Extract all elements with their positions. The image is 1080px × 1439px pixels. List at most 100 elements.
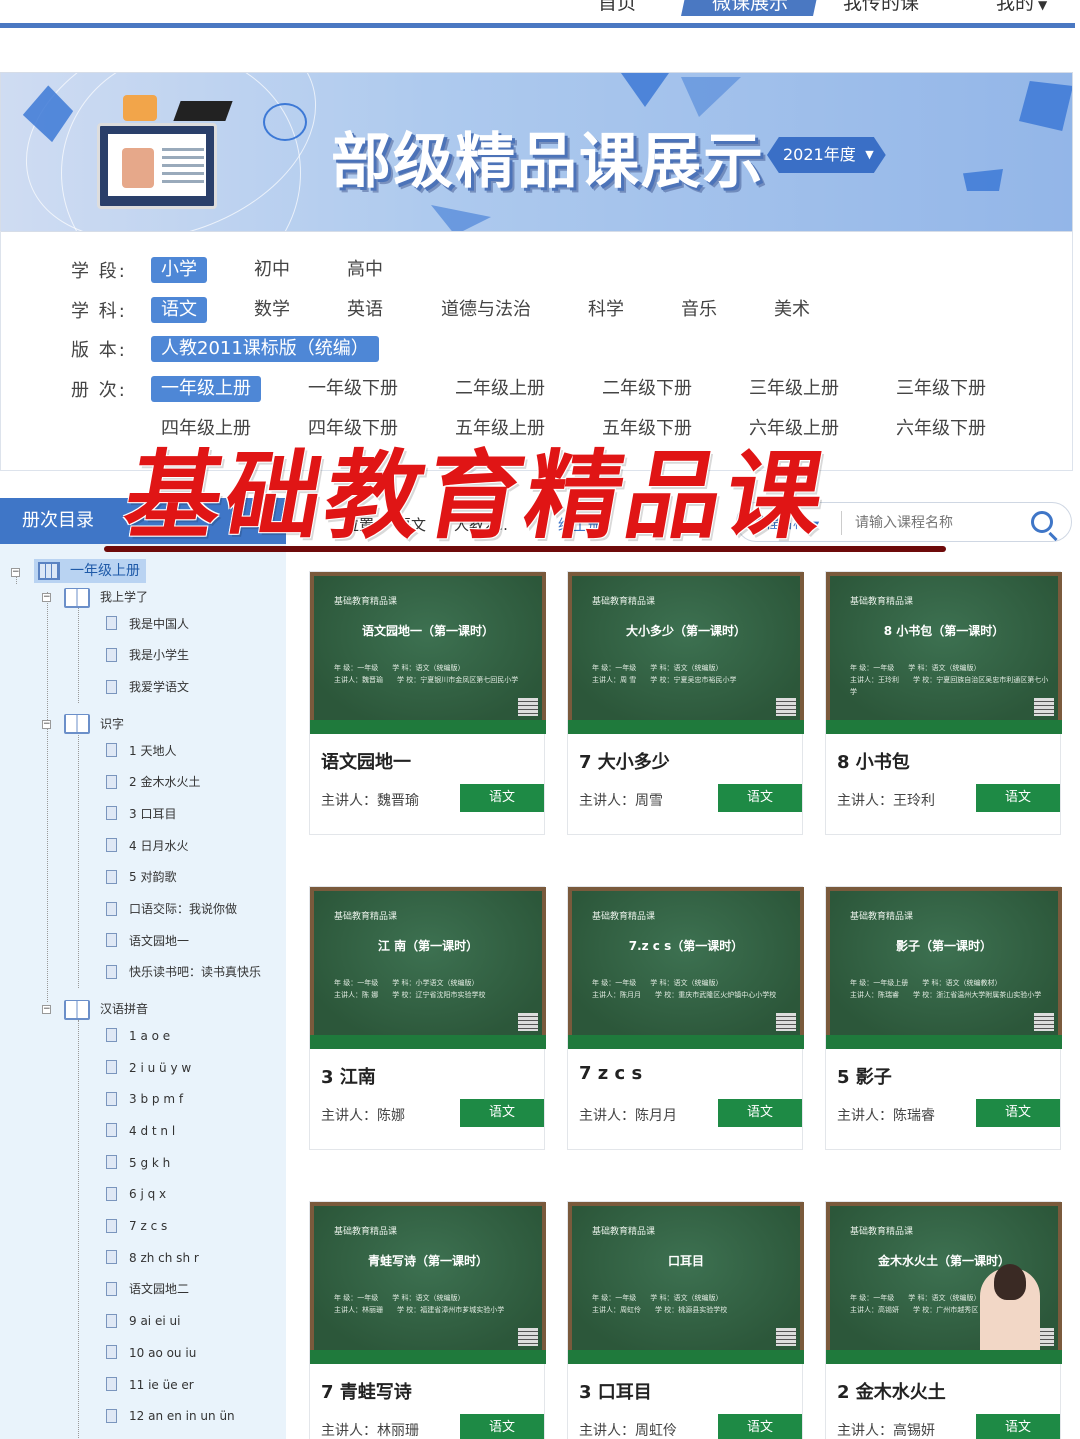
course-card[interactable]: 基础教育精品课 大小多少（第一课时） 年 级：一年级 学 科：语文（统编版） 主讲人：… — [567, 571, 804, 835]
course-thumbnail[interactable]: 基础教育精品课 口耳目年 级：一年级 学 科：语文（统编版） 主讲人：周虹伶 学 校… — [568, 1202, 804, 1364]
subject-option[interactable]: 数学 — [254, 297, 290, 323]
nav-mine[interactable]: 我的 ▼ — [996, 0, 1047, 15]
tree-item[interactable]: 1 天地人 — [106, 741, 176, 761]
course-thumbnail[interactable]: 基础教育精品课 影子（第一课时） 年 级：一年级上册 学 科：语文（统编教材） 主讲人… — [826, 887, 1062, 1049]
nav-microlesson-showcase[interactable]: 微课展示 — [681, 0, 819, 16]
course-thumbnail[interactable]: 基础教育精品课 大小多少（第一课时） 年 级：一年级 学 科：语文（统编版） 主讲人：… — [568, 572, 804, 734]
tree-item[interactable]: 快乐读书吧：读书真快乐 — [106, 962, 261, 982]
course-title[interactable]: 7 青蛙写诗 — [321, 1378, 412, 1404]
subject-option[interactable]: 美术 — [774, 297, 810, 323]
tree-item[interactable]: 5 对韵歌 — [106, 867, 176, 887]
collapse-icon[interactable]: − — [11, 568, 20, 577]
volume-option[interactable]: 一年级上册 — [151, 376, 261, 402]
course-thumbnail[interactable]: 基础教育精品课 8 小书包（第一课时） 年 级：一年级 学 科：语文（统编版） 主讲人… — [826, 572, 1062, 734]
course-teacher: 主讲人：高锡妍 — [837, 1423, 935, 1439]
course-card[interactable]: 基础教育精品课 8 小书包（第一课时） 年 级：一年级 学 科：语文（统编版） 主讲人… — [825, 571, 1062, 835]
subject-option[interactable]: 道德与法治 — [441, 297, 531, 323]
board-strip — [826, 1035, 1062, 1049]
tree-item[interactable]: 语文园地一 — [106, 931, 189, 951]
document-icon — [106, 1028, 117, 1043]
tree-item[interactable]: 2 金木水火土 — [106, 772, 200, 792]
tree-group[interactable]: 我上学了 — [64, 586, 148, 608]
course-card[interactable]: 基础教育精品课 青蛙写诗（第一课时） 年 级：一年级 学 科：语文（统编版） 主讲人：… — [309, 1201, 546, 1439]
tree-item[interactable]: 4 d t n l — [106, 1121, 175, 1141]
books-icon — [518, 1328, 538, 1346]
volume-option[interactable]: 三年级下册 — [896, 376, 986, 402]
tree-item[interactable]: 口语交际：我说你做 — [106, 899, 237, 919]
course-title[interactable]: 5 影子 — [837, 1063, 892, 1089]
tree-item[interactable]: 3 b p m f — [106, 1089, 183, 1109]
subject-option[interactable]: 英语 — [347, 297, 383, 323]
course-thumbnail[interactable]: 基础教育精品课 7.z c s（第一课时） 年 级：一年级 学 科：语文（统编版） 主… — [568, 887, 804, 1049]
course-card[interactable]: 基础教育精品课江 南（第一课时） 年 级：一年级 学 科：小学语文（统编版） 主讲人… — [309, 886, 546, 1150]
course-title[interactable]: 2 金木水火土 — [837, 1378, 946, 1404]
document-icon — [106, 1345, 117, 1360]
tree-item-label: 3 口耳目 — [129, 806, 177, 821]
course-card[interactable]: 基础教育精品课 7.z c s（第一课时） 年 级：一年级 学 科：语文（统编版） 主… — [567, 886, 804, 1150]
tree-item[interactable]: 我是小学生 — [106, 645, 189, 665]
course-title[interactable]: 7 z c s — [579, 1063, 642, 1084]
tree-group[interactable]: 识字 — [64, 713, 124, 735]
course-title[interactable]: 3 口耳目 — [579, 1378, 652, 1404]
tree-item[interactable]: 4 日月水火 — [106, 836, 188, 856]
subject-tag: 语文 — [718, 784, 802, 812]
tree-item[interactable]: 1 a o e — [106, 1026, 170, 1046]
collapse-icon[interactable]: − — [42, 719, 51, 729]
tree-item[interactable]: 我是中国人 — [106, 614, 189, 634]
stage-option[interactable]: 高中 — [347, 257, 383, 283]
course-thumbnail[interactable]: 基础教育精品课江 南（第一课时） 年 级：一年级 学 科：小学语文（统编版） 主讲人… — [310, 887, 546, 1049]
search-icon[interactable] — [1031, 511, 1053, 533]
course-card[interactable]: 基础教育精品课 影子（第一课时） 年 级：一年级上册 学 科：语文（统编教材） 主讲人… — [825, 886, 1062, 1150]
tree-item[interactable]: 6 j q x — [106, 1184, 166, 1204]
course-card[interactable]: 基础教育精品课 口耳目年 级：一年级 学 科：语文（统编版） 主讲人：周虹伶 学 校… — [567, 1201, 804, 1439]
subject-option[interactable]: 音乐 — [681, 297, 717, 323]
course-card[interactable]: 基础教育精品课 语文园地一（第一课时） 年 级：一年级 学 科：语文（统编版） 主讲人… — [309, 571, 546, 835]
tree-item[interactable]: 7 z c s — [106, 1216, 167, 1236]
tree-item-label: 10 ao ou iu — [129, 1345, 197, 1360]
tree-item[interactable]: 8 zh ch sh r — [106, 1248, 199, 1268]
tree-item[interactable]: 2 i u ü y w — [106, 1058, 191, 1078]
tree-item[interactable]: 3 口耳目 — [106, 804, 176, 824]
chalkboard: 基础教育精品课 语文园地一（第一课时） 年 级：一年级 学 科：语文（统编版） 主讲人… — [310, 576, 546, 734]
course-card[interactable]: 基础教育精品课 金木水火土（第一课时）年 级：一年级 学 科：语文（统编版） 主讲人… — [825, 1201, 1062, 1439]
course-title[interactable]: 3 江南 — [321, 1063, 376, 1089]
course-title[interactable]: 7 大小多少 — [579, 748, 670, 774]
tree-item-label: 5 对韵歌 — [129, 870, 177, 885]
tree-group[interactable]: 汉语拼音 — [64, 998, 148, 1020]
tree-item[interactable]: 9 ai ei ui — [106, 1311, 180, 1331]
nav-my-uploads[interactable]: 我传的课 — [843, 0, 919, 15]
year-dropdown[interactable]: 2021年度 ▼ — [767, 137, 886, 173]
edition-option[interactable]: 人教2011课标版（统编） — [151, 336, 379, 362]
collapse-icon[interactable]: − — [42, 1005, 51, 1015]
stage-option[interactable]: 初中 — [254, 257, 290, 283]
tree-item[interactable]: 5 g k h — [106, 1153, 170, 1173]
nav-home[interactable]: 首页 — [598, 0, 636, 15]
tree-item-label: 1 a o e — [129, 1028, 171, 1043]
course-title[interactable]: 8 小书包 — [837, 748, 910, 774]
tree-root-node[interactable]: 一年级上册 — [34, 559, 146, 583]
course-thumbnail[interactable]: 基础教育精品课 金木水火土（第一课时）年 级：一年级 学 科：语文（统编版） 主讲人… — [826, 1202, 1062, 1364]
tree-item[interactable]: 10 ao ou iu — [106, 1343, 196, 1363]
volume-option[interactable]: 二年级下册 — [602, 376, 692, 402]
subject-option[interactable]: 语文 — [151, 297, 207, 323]
volume-option[interactable]: 三年级上册 — [749, 376, 839, 402]
subject-option[interactable]: 科学 — [588, 297, 624, 323]
volume-option[interactable]: 一年级下册 — [308, 376, 398, 402]
course-thumbnail[interactable]: 基础教育精品课 语文园地一（第一课时） 年 级：一年级 学 科：语文（统编版） 主讲人… — [310, 572, 546, 734]
document-icon — [106, 774, 117, 789]
chalkboard: 基础教育精品课 大小多少（第一课时） 年 级：一年级 学 科：语文（统编版） 主讲人：… — [568, 576, 804, 734]
tree-item[interactable]: 12 an en in un ün — [106, 1406, 235, 1426]
course-title[interactable]: 语文园地一 — [321, 748, 411, 774]
nav-mine-label: 我的 — [996, 0, 1035, 14]
search-input[interactable] — [855, 509, 1025, 537]
volume-option[interactable]: 六年级下册 — [896, 416, 986, 442]
tree-item[interactable]: 语文园地二 — [106, 1279, 189, 1299]
stage-option[interactable]: 小学 — [151, 257, 207, 283]
tree-item-label: 2 金木水火土 — [129, 775, 201, 790]
tree-item[interactable]: 11 ie üe er — [106, 1375, 194, 1395]
course-thumbnail[interactable]: 基础教育精品课 青蛙写诗（第一课时） 年 级：一年级 学 科：语文（统编版） 主讲人：… — [310, 1202, 546, 1364]
tree-item[interactable]: 我爱学语文 — [106, 677, 189, 697]
book-icon — [64, 999, 90, 1020]
volume-option[interactable]: 二年级上册 — [455, 376, 545, 402]
collapse-icon[interactable]: − — [42, 593, 51, 602]
